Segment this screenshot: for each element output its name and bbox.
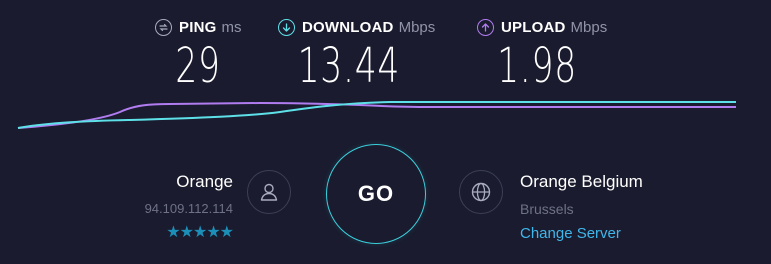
ping-label: PING bbox=[179, 18, 217, 36]
speed-graph bbox=[17, 101, 736, 129]
upload-arrow-icon bbox=[477, 18, 494, 36]
upload-header: UPLOAD Mbps bbox=[477, 16, 607, 38]
upload-value: 1.98 bbox=[497, 38, 577, 94]
upload-label: UPLOAD bbox=[501, 18, 566, 36]
isp-name: Orange bbox=[176, 172, 233, 191]
server-location: Brussels bbox=[520, 201, 574, 217]
change-server-link[interactable]: Change Server bbox=[520, 224, 643, 244]
ping-icon bbox=[155, 18, 172, 36]
ping-unit: ms bbox=[221, 18, 242, 36]
user-icon bbox=[247, 170, 291, 214]
globe-icon bbox=[459, 170, 503, 214]
isp-ip-address: 94.109.112.114 bbox=[144, 201, 233, 216]
isp-rating-stars[interactable]: ★★★★★ bbox=[145, 223, 234, 243]
server-info: Orange Belgium Brussels Change Server bbox=[520, 170, 643, 244]
server-name: Orange Belgium bbox=[520, 172, 643, 191]
upload-metric: UPLOAD Mbps 1.98 bbox=[477, 16, 607, 92]
download-arrow-icon bbox=[278, 18, 295, 36]
ping-header: PING ms bbox=[155, 16, 241, 38]
ping-metric: PING ms 29 bbox=[155, 16, 241, 92]
ping-value: 29 bbox=[175, 38, 221, 94]
upload-speed-line bbox=[17, 101, 736, 129]
download-label: DOWNLOAD bbox=[302, 18, 394, 36]
upload-unit: Mbps bbox=[570, 18, 608, 36]
download-unit: Mbps bbox=[398, 18, 436, 36]
speedtest-panel: PING ms 29 DOWNLOAD Mbps 13.44 UPLOAD Mb… bbox=[0, 0, 771, 264]
download-value: 13.44 bbox=[297, 38, 401, 94]
download-header: DOWNLOAD Mbps bbox=[278, 16, 435, 38]
download-metric: DOWNLOAD Mbps 13.44 bbox=[278, 16, 435, 92]
isp-info: Orange 94.109.112.114 ★★★★★ bbox=[144, 170, 234, 243]
go-button[interactable]: GO bbox=[326, 144, 426, 244]
